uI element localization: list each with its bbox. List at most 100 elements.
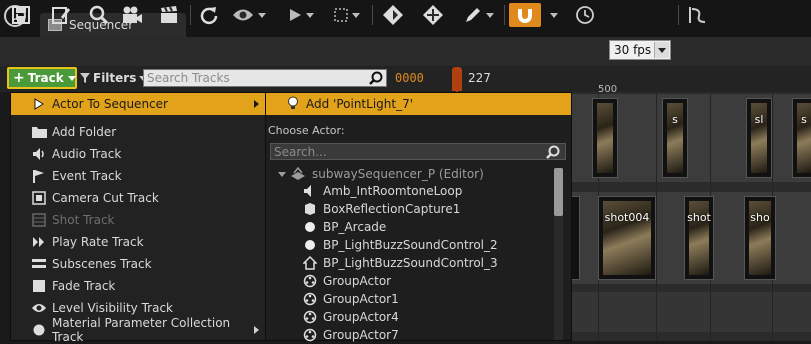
menu-item-label: Camera Cut Track xyxy=(52,191,159,205)
submenu-arrow-icon xyxy=(254,326,259,334)
actor-search-field[interactable] xyxy=(270,143,566,160)
actor-label: Amb_IntRoomtoneLoop xyxy=(323,184,463,198)
actor-item[interactable]: GroupActor xyxy=(302,272,391,290)
menu-item-label: Material Parameter Collection Track xyxy=(51,316,231,344)
toolbar-separator xyxy=(504,5,505,25)
search-icon[interactable] xyxy=(546,145,560,159)
shot-thumbnail[interactable]: s xyxy=(662,98,688,178)
actor-item[interactable]: GroupActor4 xyxy=(302,308,399,326)
fade-icon xyxy=(31,278,47,294)
expand-triangle-icon[interactable] xyxy=(278,171,286,177)
menu-item-camera-cut-track[interactable]: Camera Cut Track xyxy=(11,187,265,209)
level-icon xyxy=(291,167,305,180)
menu-item-label: Actor To Sequencer xyxy=(52,97,168,111)
toolbar-separator xyxy=(678,5,679,25)
shot-label: shot xyxy=(687,211,711,224)
menu-item-actor-to-sequencer[interactable]: Actor To Sequencer xyxy=(11,93,265,115)
menu-item-label: Shot Track xyxy=(52,213,115,227)
search-tracks-input[interactable] xyxy=(144,70,369,86)
current-frame-value[interactable]: 0000 xyxy=(395,71,424,85)
shot-thumbnail[interactable]: sl xyxy=(746,98,772,178)
movie-camera-icon[interactable] xyxy=(118,3,146,27)
shot-thumbnail[interactable]: sho xyxy=(744,196,776,280)
sphere-icon xyxy=(302,238,317,253)
actor-label: GroupActor xyxy=(323,274,392,288)
reflection-capture-icon xyxy=(302,202,317,217)
eye-icon xyxy=(31,300,47,316)
menu-item-event-track[interactable]: Event Track xyxy=(11,165,265,187)
refresh-icon[interactable] xyxy=(196,3,222,27)
menu-item-add-folder[interactable]: Add Folder xyxy=(11,121,265,143)
chevron-down-icon xyxy=(654,42,669,58)
shot-label: s xyxy=(672,113,678,126)
grid-line xyxy=(656,92,657,341)
selection-options-icon[interactable] xyxy=(330,3,364,27)
auto-key-icon[interactable] xyxy=(418,3,448,27)
menu-item-play-rate-track[interactable]: Play Rate Track xyxy=(11,231,265,253)
eye-options-icon[interactable] xyxy=(230,3,268,27)
choose-actor-heading: Choose Actor: xyxy=(268,124,345,137)
menu-item-fade-track[interactable]: Fade Track xyxy=(11,275,265,297)
group-icon xyxy=(302,292,317,307)
shot-label: s xyxy=(801,113,807,126)
shot-thumbnail[interactable] xyxy=(592,98,618,178)
flag-icon xyxy=(31,168,47,184)
fps-select[interactable]: 30 fps xyxy=(609,40,671,60)
camera-cut-icon xyxy=(31,190,47,206)
timeline-area[interactable]: s sl s shot004 shot sho xyxy=(570,92,811,341)
toolbar-separator xyxy=(372,5,373,25)
add-track-label: Track xyxy=(27,71,64,85)
play-options-icon[interactable] xyxy=(284,3,318,27)
sphere-icon xyxy=(302,220,317,235)
actor-search-input[interactable] xyxy=(271,143,546,160)
menu-item-label: Fade Track xyxy=(52,279,116,293)
curve-editor-icon[interactable] xyxy=(684,3,710,27)
material-icon xyxy=(31,322,47,338)
actor-submenu: Add 'PointLight_7' Choose Actor: subwayS… xyxy=(265,92,572,344)
ambient-sound-icon xyxy=(302,184,317,199)
funnel-icon xyxy=(80,73,90,83)
playhead-handle[interactable] xyxy=(452,67,462,91)
actor-label: GroupActor7 xyxy=(323,328,399,342)
playhead-frame-value: 227 xyxy=(468,71,491,85)
search-tracks-field[interactable] xyxy=(143,69,387,87)
menu-item-label: Level Visibility Track xyxy=(52,301,173,315)
menu-item-audio-track[interactable]: Audio Track xyxy=(11,143,265,165)
actor-item[interactable]: GroupActor1 xyxy=(302,290,399,308)
actor-item[interactable]: BP_LightBuzzSoundControl_2 xyxy=(302,236,498,254)
menu-item-shot-track[interactable]: Shot Track xyxy=(11,209,265,231)
light-bulb-icon xyxy=(286,96,300,113)
shot-thumbnail[interactable]: shot xyxy=(684,196,714,280)
menu-item-label: Event Track xyxy=(52,169,122,183)
shot-thumbnail[interactable]: s xyxy=(792,98,811,178)
level-tree-row[interactable]: subwaySequencer_P (Editor) xyxy=(278,165,484,183)
menu-item-subscenes-track[interactable]: Subscenes Track xyxy=(11,253,265,275)
shot-label: sl xyxy=(754,113,764,126)
clock-icon xyxy=(572,3,598,27)
actor-item[interactable]: BP_Arcade xyxy=(302,218,386,236)
actor-item[interactable]: BoxReflectionCapture1 xyxy=(302,200,460,218)
actor-label: GroupActor1 xyxy=(323,292,399,306)
actor-item[interactable]: BP_LightBuzzSoundControl_3 xyxy=(302,254,498,272)
snap-options-caret-icon[interactable] xyxy=(546,3,562,27)
actor-icon xyxy=(31,96,47,112)
snap-magnet-icon[interactable] xyxy=(509,3,541,27)
actor-item[interactable]: Amb_IntRoomtoneLoop xyxy=(302,182,462,200)
clapperboard-icon[interactable] xyxy=(156,3,182,27)
add-pointlight-item[interactable]: Add 'PointLight_7' xyxy=(266,93,571,115)
actor-label: GroupActor4 xyxy=(323,310,399,324)
actor-list-scrollbar-thumb[interactable] xyxy=(554,168,563,216)
filters-button[interactable]: Filters xyxy=(80,69,148,87)
actor-item[interactable]: GroupActor7 xyxy=(302,326,399,344)
search-icon[interactable] xyxy=(369,71,383,85)
save-as-icon[interactable] xyxy=(48,3,74,27)
search-icon[interactable] xyxy=(86,3,112,27)
menu-item-material-parameter-collection-track[interactable]: Material Parameter Collection Track xyxy=(11,316,265,344)
add-track-button[interactable]: + Track xyxy=(7,67,77,89)
chevron-down-icon xyxy=(67,75,76,81)
sequencer-toolbar xyxy=(0,37,811,67)
save-icon[interactable] xyxy=(8,3,34,27)
key-icon[interactable] xyxy=(378,3,408,27)
pen-options-icon[interactable] xyxy=(460,3,498,27)
shot-thumbnail[interactable]: shot004 xyxy=(598,196,656,280)
